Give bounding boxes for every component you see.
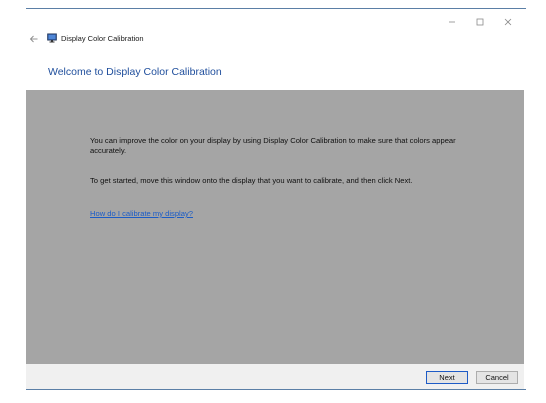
close-button[interactable]	[494, 13, 522, 31]
help-link[interactable]: How do I calibrate my display?	[90, 209, 193, 218]
content-pane: You can improve the color on your displa…	[26, 90, 524, 364]
caption-controls	[438, 13, 522, 31]
maximize-icon	[476, 18, 484, 26]
monitor-icon	[47, 33, 57, 43]
next-button[interactable]: Next	[426, 371, 468, 384]
instructions-paragraph: To get started, move this window onto th…	[90, 176, 413, 185]
calibration-window: Display Color Calibration Welcome to Dis…	[26, 8, 526, 390]
minimize-button[interactable]	[438, 13, 466, 31]
back-arrow-icon	[29, 35, 38, 43]
close-icon	[504, 18, 512, 26]
page-title: Welcome to Display Color Calibration	[48, 66, 222, 78]
back-button[interactable]	[28, 33, 40, 45]
cancel-button[interactable]: Cancel	[476, 371, 518, 384]
intro-paragraph: You can improve the color on your displa…	[90, 136, 456, 155]
minimize-icon	[449, 21, 455, 23]
app-title: Display Color Calibration	[61, 34, 144, 43]
button-bar: Next Cancel	[26, 364, 524, 389]
maximize-button[interactable]	[466, 13, 494, 31]
